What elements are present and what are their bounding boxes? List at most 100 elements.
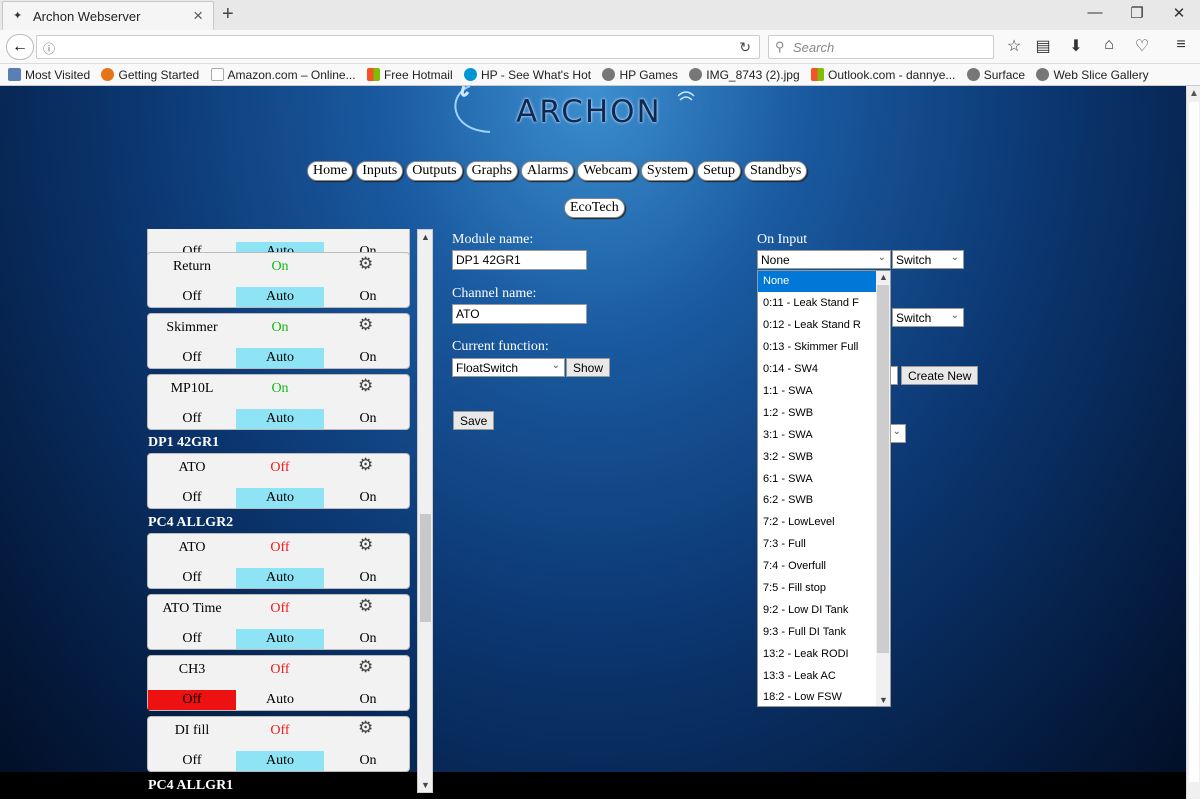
- on-option[interactable]: On: [324, 692, 412, 708]
- dropdown-option[interactable]: None: [758, 271, 876, 292]
- show-button[interactable]: Show: [566, 358, 611, 377]
- dropdown-option[interactable]: 1:1 - SWA: [758, 381, 876, 402]
- gear-icon[interactable]: ⚙: [358, 596, 373, 616]
- off-option[interactable]: Off: [148, 350, 236, 366]
- reload-icon[interactable]: ↻: [739, 39, 751, 56]
- dropdown-option[interactable]: 7:2 - LowLevel: [758, 512, 876, 533]
- auto-option[interactable]: Auto: [236, 488, 324, 508]
- gear-icon[interactable]: ⚙: [358, 254, 373, 274]
- channel-name-field[interactable]: ATO: [452, 304, 587, 324]
- dropdown-option[interactable]: 1:2 - SWB: [758, 403, 876, 424]
- outlet-list-scrollbar[interactable]: ▲ ▼: [417, 229, 433, 793]
- scroll-up-icon[interactable]: ▲: [421, 232, 430, 242]
- dropdown-option[interactable]: 0:14 - SW4: [758, 359, 876, 380]
- on-input-select[interactable]: None ⌄: [757, 250, 891, 269]
- nav-inputs-button[interactable]: Inputs: [356, 161, 404, 181]
- off-option[interactable]: Off: [148, 490, 236, 506]
- dropdown-option[interactable]: 0:13 - Skimmer Full: [758, 337, 876, 358]
- dropdown-option[interactable]: 9:3 - Full DI Tank: [758, 622, 876, 643]
- switch-select-2[interactable]: Switch ⌄: [892, 308, 964, 327]
- close-window-icon[interactable]: ✕: [1156, 4, 1200, 22]
- bookmark-item[interactable]: HP Games: [602, 64, 678, 86]
- page-scrollbar[interactable]: ▲: [1186, 86, 1200, 799]
- bookmark-item[interactable]: Most Visited: [8, 64, 90, 86]
- nav-system-button[interactable]: System: [640, 161, 695, 181]
- on-option[interactable]: On: [324, 490, 412, 506]
- auto-option[interactable]: Auto: [236, 287, 324, 307]
- auto-option[interactable]: Auto: [236, 690, 324, 710]
- on-option[interactable]: On: [324, 411, 412, 427]
- bookmark-item[interactable]: HP - See What's Hot: [463, 64, 591, 86]
- auto-option[interactable]: Auto: [236, 629, 324, 649]
- dropdown-option[interactable]: 9:2 - Low DI Tank: [758, 600, 876, 621]
- gear-icon[interactable]: ⚙: [358, 718, 373, 738]
- bookmark-item[interactable]: Amazon.com – Online...: [210, 64, 356, 86]
- nav-ecotech-button[interactable]: EcoTech: [564, 198, 625, 218]
- nav-setup-button[interactable]: Setup: [697, 161, 741, 181]
- off-option[interactable]: Off: [148, 753, 236, 769]
- gear-icon[interactable]: ⚙: [358, 455, 373, 475]
- bookmark-item[interactable]: Surface: [966, 64, 1025, 86]
- nav-webcam-button[interactable]: Webcam: [577, 161, 638, 181]
- gear-icon[interactable]: ⚙: [358, 315, 373, 335]
- dropdown-option[interactable]: 6:1 - SWA: [758, 469, 876, 490]
- nav-standbys-button[interactable]: Standbys: [743, 161, 808, 181]
- module-name-field[interactable]: DP1 42GR1: [452, 250, 587, 270]
- auto-option[interactable]: Auto: [236, 409, 324, 429]
- download-icon[interactable]: ⬇: [1065, 36, 1087, 56]
- dropdown-option[interactable]: 13:3 - Leak AC: [758, 666, 876, 687]
- new-tab-icon[interactable]: +: [222, 3, 234, 26]
- outlet-list[interactable]: Off Auto On Return On ⚙ Off Auto On Skim…: [146, 229, 435, 799]
- bookmark-item[interactable]: Getting Started: [101, 64, 199, 86]
- scroll-up-icon[interactable]: ▲: [879, 272, 888, 282]
- home-icon[interactable]: ⌂: [1098, 36, 1120, 54]
- bookmark-item[interactable]: Free Hotmail: [366, 64, 453, 86]
- on-option[interactable]: On: [324, 350, 412, 366]
- search-input[interactable]: ⚲ Search: [768, 35, 994, 59]
- pocket-icon[interactable]: ♡: [1131, 36, 1153, 56]
- off-option[interactable]: Off: [148, 690, 236, 710]
- minimize-icon[interactable]: —: [1072, 4, 1118, 21]
- off-option[interactable]: Off: [148, 289, 236, 305]
- dropdown-option[interactable]: 3:1 - SWA: [758, 425, 876, 446]
- on-option[interactable]: On: [324, 753, 412, 769]
- bookmark-item[interactable]: IMG_8743 (2).jpg: [689, 64, 800, 86]
- on-option[interactable]: On: [324, 570, 412, 586]
- bookmark-item[interactable]: Web Slice Gallery: [1036, 64, 1149, 86]
- off-option[interactable]: Off: [148, 411, 236, 427]
- browser-tab[interactable]: ✦ Archon Webserver ×: [2, 1, 214, 30]
- restore-icon[interactable]: ❐: [1114, 4, 1160, 22]
- nav-alarms-button[interactable]: Alarms: [521, 161, 575, 181]
- scroll-up-icon[interactable]: ▲: [1189, 88, 1199, 99]
- gear-icon[interactable]: ⚙: [358, 376, 373, 396]
- reader-list-icon[interactable]: ▤: [1032, 36, 1054, 56]
- dropdown-option[interactable]: 13:2 - Leak RODI: [758, 644, 876, 665]
- dropdown-option[interactable]: 3:2 - SWB: [758, 447, 876, 468]
- scroll-down-icon[interactable]: ▼: [421, 780, 430, 790]
- off-option[interactable]: Off: [148, 570, 236, 586]
- menu-icon[interactable]: ≡: [1170, 36, 1192, 54]
- dropdown-option[interactable]: 7:5 - Fill stop: [758, 578, 876, 599]
- scroll-thumb[interactable]: [877, 285, 889, 653]
- on-option[interactable]: On: [324, 631, 412, 647]
- auto-option[interactable]: Auto: [236, 751, 324, 771]
- save-button[interactable]: Save: [453, 411, 495, 430]
- auto-option[interactable]: Auto: [236, 568, 324, 588]
- function-select[interactable]: FloatSwitch ⌄: [452, 358, 565, 377]
- off-option[interactable]: Off: [148, 631, 236, 647]
- scroll-thumb[interactable]: [1189, 102, 1199, 782]
- dropdown-option[interactable]: 18:2 - Low FSW: [758, 687, 876, 706]
- dropdown-option[interactable]: 7:3 - Full: [758, 534, 876, 555]
- dropdown-option[interactable]: 0:11 - Leak Stand F: [758, 293, 876, 314]
- info-icon[interactable]: ⓘ: [43, 40, 55, 57]
- url-bar[interactable]: ⓘ ↻: [36, 35, 760, 59]
- scroll-thumb[interactable]: [420, 514, 431, 622]
- gear-icon[interactable]: ⚙: [358, 535, 373, 555]
- nav-graphs-button[interactable]: Graphs: [465, 161, 518, 181]
- dropdown-scrollbar[interactable]: ▲ ▼: [876, 271, 890, 706]
- nav-outputs-button[interactable]: Outputs: [406, 161, 463, 181]
- dropdown-option[interactable]: 6:2 - SWB: [758, 490, 876, 511]
- create-new-button[interactable]: Create New: [901, 366, 979, 385]
- close-tab-icon[interactable]: ×: [193, 6, 203, 26]
- bookmark-star-icon[interactable]: ☆: [1003, 36, 1025, 56]
